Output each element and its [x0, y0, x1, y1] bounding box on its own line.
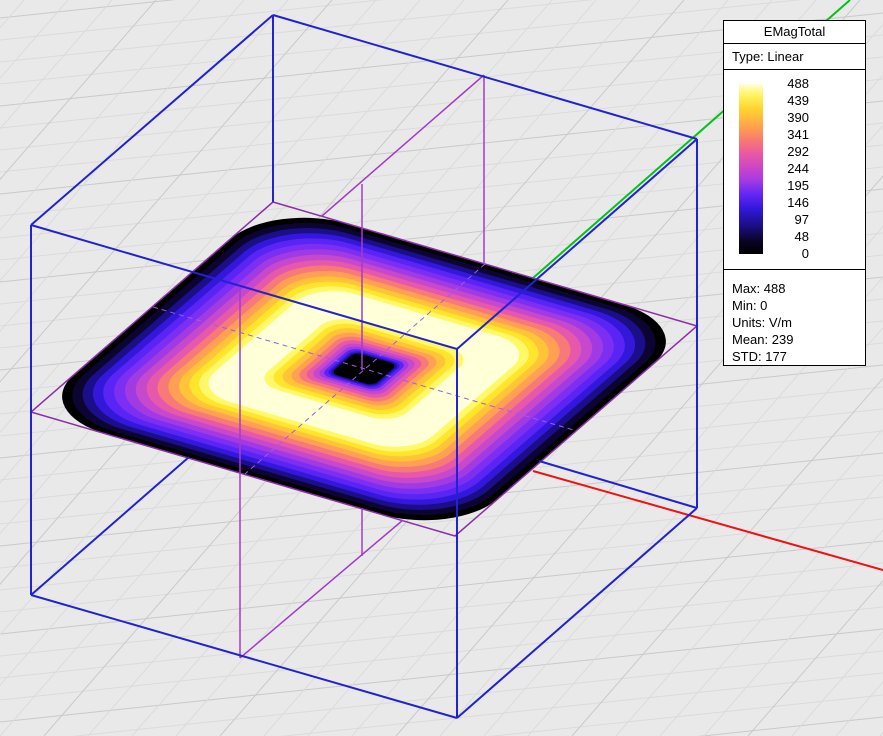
colorbar-tick-label: 439 [769, 94, 809, 108]
legend-stat-line: Max: 488 [732, 280, 865, 297]
legend-stat-line: Units: V/m [732, 314, 865, 331]
colorbar-tick-label: 48 [769, 230, 809, 244]
legend-scale-type: Type: Linear [724, 44, 865, 70]
legend-stats: Max: 488Min: 0Units: V/mMean: 239STD: 17… [724, 270, 865, 365]
colorbar-tick-label: 292 [769, 145, 809, 159]
colorbar-tick-label: 97 [769, 213, 809, 227]
colorbar-tick-label: 390 [769, 111, 809, 125]
colorbar-tick-label: 488 [769, 77, 809, 91]
simulation-window: EMagTotal Type: Linear 488 439 390 341 292 24… [0, 0, 883, 736]
colorbar-ticks: 48843939034129224419514697480 [769, 84, 809, 254]
legend-colorbar-section: 488 439 390 341 292 244 195 146 97 48 0 [724, 70, 865, 270]
colorbar-gradient [739, 84, 763, 254]
colorbar-tick-label: 244 [769, 162, 809, 176]
colorbar-tick-label: 341 [769, 128, 809, 142]
legend-stat-line: Mean: 239 [732, 331, 865, 348]
legend-stat-line: STD: 177 [732, 348, 865, 365]
colorbar-tick-label: 146 [769, 196, 809, 210]
legend-panel: EMagTotal Type: Linear 488 439 390 341 292 24… [723, 20, 866, 366]
colorbar-tick-label: 0 [769, 247, 809, 261]
legend-title: EMagTotal [724, 21, 865, 44]
legend-stat-line: Min: 0 [732, 297, 865, 314]
colorbar-tick-label: 195 [769, 179, 809, 193]
